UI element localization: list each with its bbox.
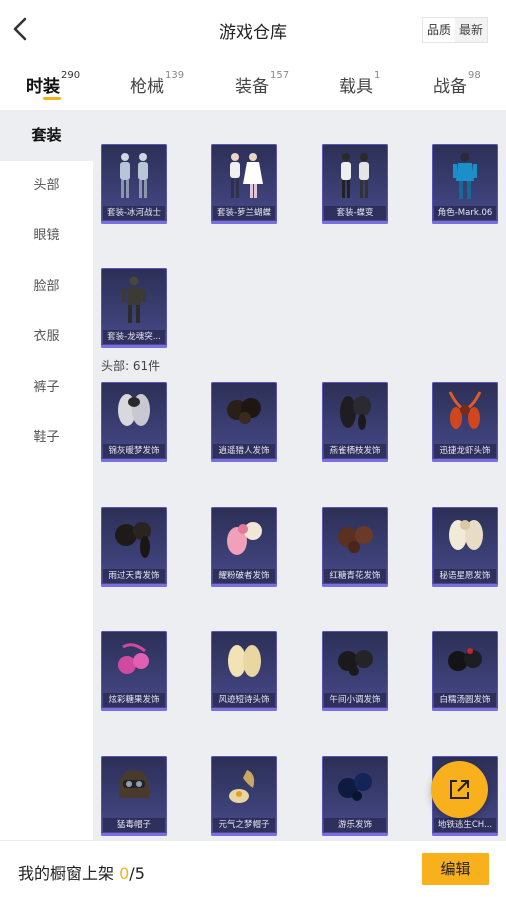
item-card[interactable]: 风迹短诗头饰 — [211, 631, 277, 711]
tab-label: 时装 — [26, 77, 60, 97]
item-label: 锦灰暖梦发饰 — [103, 444, 165, 458]
sidebar-item-clothes[interactable]: 衣服 — [0, 312, 93, 363]
outfit-figure-icon — [122, 276, 146, 323]
outfit-figure-icon — [230, 153, 263, 198]
showcase-total-count: 5 — [134, 864, 145, 883]
helmet-icon — [119, 770, 149, 798]
outfit-figure-icon — [341, 153, 369, 198]
share-button[interactable] — [431, 761, 488, 818]
sidebar-item-shoes[interactable]: 鞋子 — [0, 413, 93, 464]
active-tab-indicator — [43, 97, 61, 100]
item-card[interactable]: 游乐发饰 — [322, 756, 388, 836]
character-figure-icon — [453, 152, 477, 199]
item-card[interactable]: 耀粉破者发饰 — [211, 507, 277, 587]
showcase-status: 我的橱窗上架 0/5 — [18, 860, 145, 884]
sidebar-item-pants[interactable]: 裤子 — [0, 363, 93, 414]
sort-quality-button[interactable]: 品质 — [422, 18, 455, 42]
item-card[interactable]: 雨过天青发饰 — [101, 507, 167, 587]
item-label: 秘语星愿发饰 — [434, 569, 496, 583]
item-card[interactable]: 套装-蝶变 — [322, 144, 388, 224]
hair-icon — [448, 648, 482, 671]
item-card[interactable]: 秘语星愿发饰 — [432, 507, 498, 587]
item-label: 风迹短诗头饰 — [213, 693, 275, 707]
hair-icon — [338, 650, 373, 676]
item-label: 套装-冰河战士 — [103, 206, 165, 220]
item-label: 地铁逃生CH... — [434, 818, 496, 832]
bottom-bar: 我的橱窗上架 0/5 编辑 — [0, 840, 506, 897]
item-card[interactable]: 套装-萝兰蝴蝶 — [211, 144, 277, 224]
item-label: 猛毒帽子 — [103, 818, 165, 832]
item-label: 套装-龙魂突... — [103, 330, 165, 344]
hair-icon — [227, 522, 262, 555]
tab-count: 290 — [61, 70, 81, 81]
section-header-head: 头部: 61件 — [101, 359, 161, 373]
hair-icon — [115, 522, 151, 558]
item-label: 白糯汤圆发饰 — [434, 693, 496, 707]
showcase-label: 我的橱窗上架 — [18, 864, 115, 883]
edit-button[interactable]: 编辑 — [422, 853, 489, 885]
item-label: 元气之梦帽子 — [213, 818, 275, 832]
tab-count: 98 — [468, 70, 481, 81]
item-card[interactable]: 逍遥猎人发饰 — [211, 382, 277, 462]
tab-vehicles[interactable]: 载具1 — [339, 70, 381, 97]
tab-count: 1 — [374, 70, 381, 81]
sidebar-item-sets[interactable]: 套装 — [0, 110, 93, 161]
hair-icon — [118, 643, 149, 674]
item-card[interactable]: 白糯汤圆发饰 — [432, 631, 498, 711]
tab-supplies[interactable]: 战备98 — [433, 70, 481, 97]
tab-label: 战备 — [433, 77, 467, 97]
sidebar-item-head[interactable]: 头部 — [0, 161, 93, 212]
item-label: 耀粉破者发饰 — [213, 569, 275, 583]
item-card[interactable]: 元气之梦帽子 — [211, 756, 277, 836]
item-label: 套装-萝兰蝴蝶 — [213, 206, 275, 220]
hair-icon — [227, 398, 261, 424]
hat-icon — [229, 770, 255, 803]
item-card[interactable]: 猛毒帽子 — [101, 756, 167, 836]
tab-count: 157 — [270, 70, 290, 81]
item-label: 角色-Mark.06 — [434, 206, 496, 220]
item-label: 逍遥猎人发饰 — [213, 444, 275, 458]
item-card[interactable]: 红糖青花发饰 — [322, 507, 388, 587]
hair-icon — [340, 396, 371, 430]
hair-icon — [449, 520, 483, 550]
top-bar: 游戏仓库 品质 最新 — [0, 0, 506, 60]
item-label: 燕雀栖枝发饰 — [324, 444, 386, 458]
lobster-headwear-icon — [448, 391, 482, 429]
item-label: 午间小调发饰 — [324, 693, 386, 707]
tab-label: 枪械 — [130, 77, 164, 97]
item-label: 迅捷龙虾头饰 — [434, 444, 496, 458]
outfit-figure-icon — [120, 153, 148, 198]
hair-icon — [338, 526, 373, 553]
hair-icon — [228, 645, 261, 677]
item-label: 炫彩糖果发饰 — [103, 693, 165, 707]
item-card[interactable]: 套装-龙魂突... — [101, 268, 167, 348]
sidebar-item-glasses[interactable]: 眼镜 — [0, 211, 93, 262]
item-label: 游乐发饰 — [324, 818, 386, 832]
category-tabs: 时装290 枪械139 装备157 载具1 战备98 — [0, 60, 506, 110]
tab-equipment[interactable]: 装备157 — [235, 70, 290, 97]
tab-firearms[interactable]: 枪械139 — [130, 70, 185, 97]
sidebar: 套装 头部 眼镜 脸部 衣服 裤子 鞋子 — [0, 110, 93, 840]
tab-count: 139 — [165, 70, 185, 81]
sort-newest-button[interactable]: 最新 — [455, 18, 487, 42]
item-card[interactable]: 迅捷龙虾头饰 — [432, 382, 498, 462]
item-label: 套装-蝶变 — [324, 206, 386, 220]
item-card[interactable]: 燕雀栖枝发饰 — [322, 382, 388, 462]
item-card[interactable]: 锦灰暖梦发饰 — [101, 382, 167, 462]
item-card[interactable]: 套装-冰河战士 — [101, 144, 167, 224]
item-card[interactable]: 角色-Mark.06 — [432, 144, 498, 224]
hair-icon — [338, 773, 372, 801]
item-card[interactable]: 午间小调发饰 — [322, 631, 388, 711]
sidebar-item-face[interactable]: 脸部 — [0, 262, 93, 313]
tab-label: 装备 — [235, 77, 269, 97]
tab-fashion[interactable]: 时装290 — [26, 70, 81, 97]
hair-icon — [118, 394, 150, 426]
item-card[interactable]: 炫彩糖果发饰 — [101, 631, 167, 711]
sort-toggle[interactable]: 品质 最新 — [421, 17, 488, 43]
item-label: 红糖青花发饰 — [324, 569, 386, 583]
item-label: 雨过天青发饰 — [103, 569, 165, 583]
showcase-current-count: 0 — [119, 864, 130, 883]
external-link-icon — [450, 780, 469, 799]
tab-label: 载具 — [339, 77, 373, 97]
